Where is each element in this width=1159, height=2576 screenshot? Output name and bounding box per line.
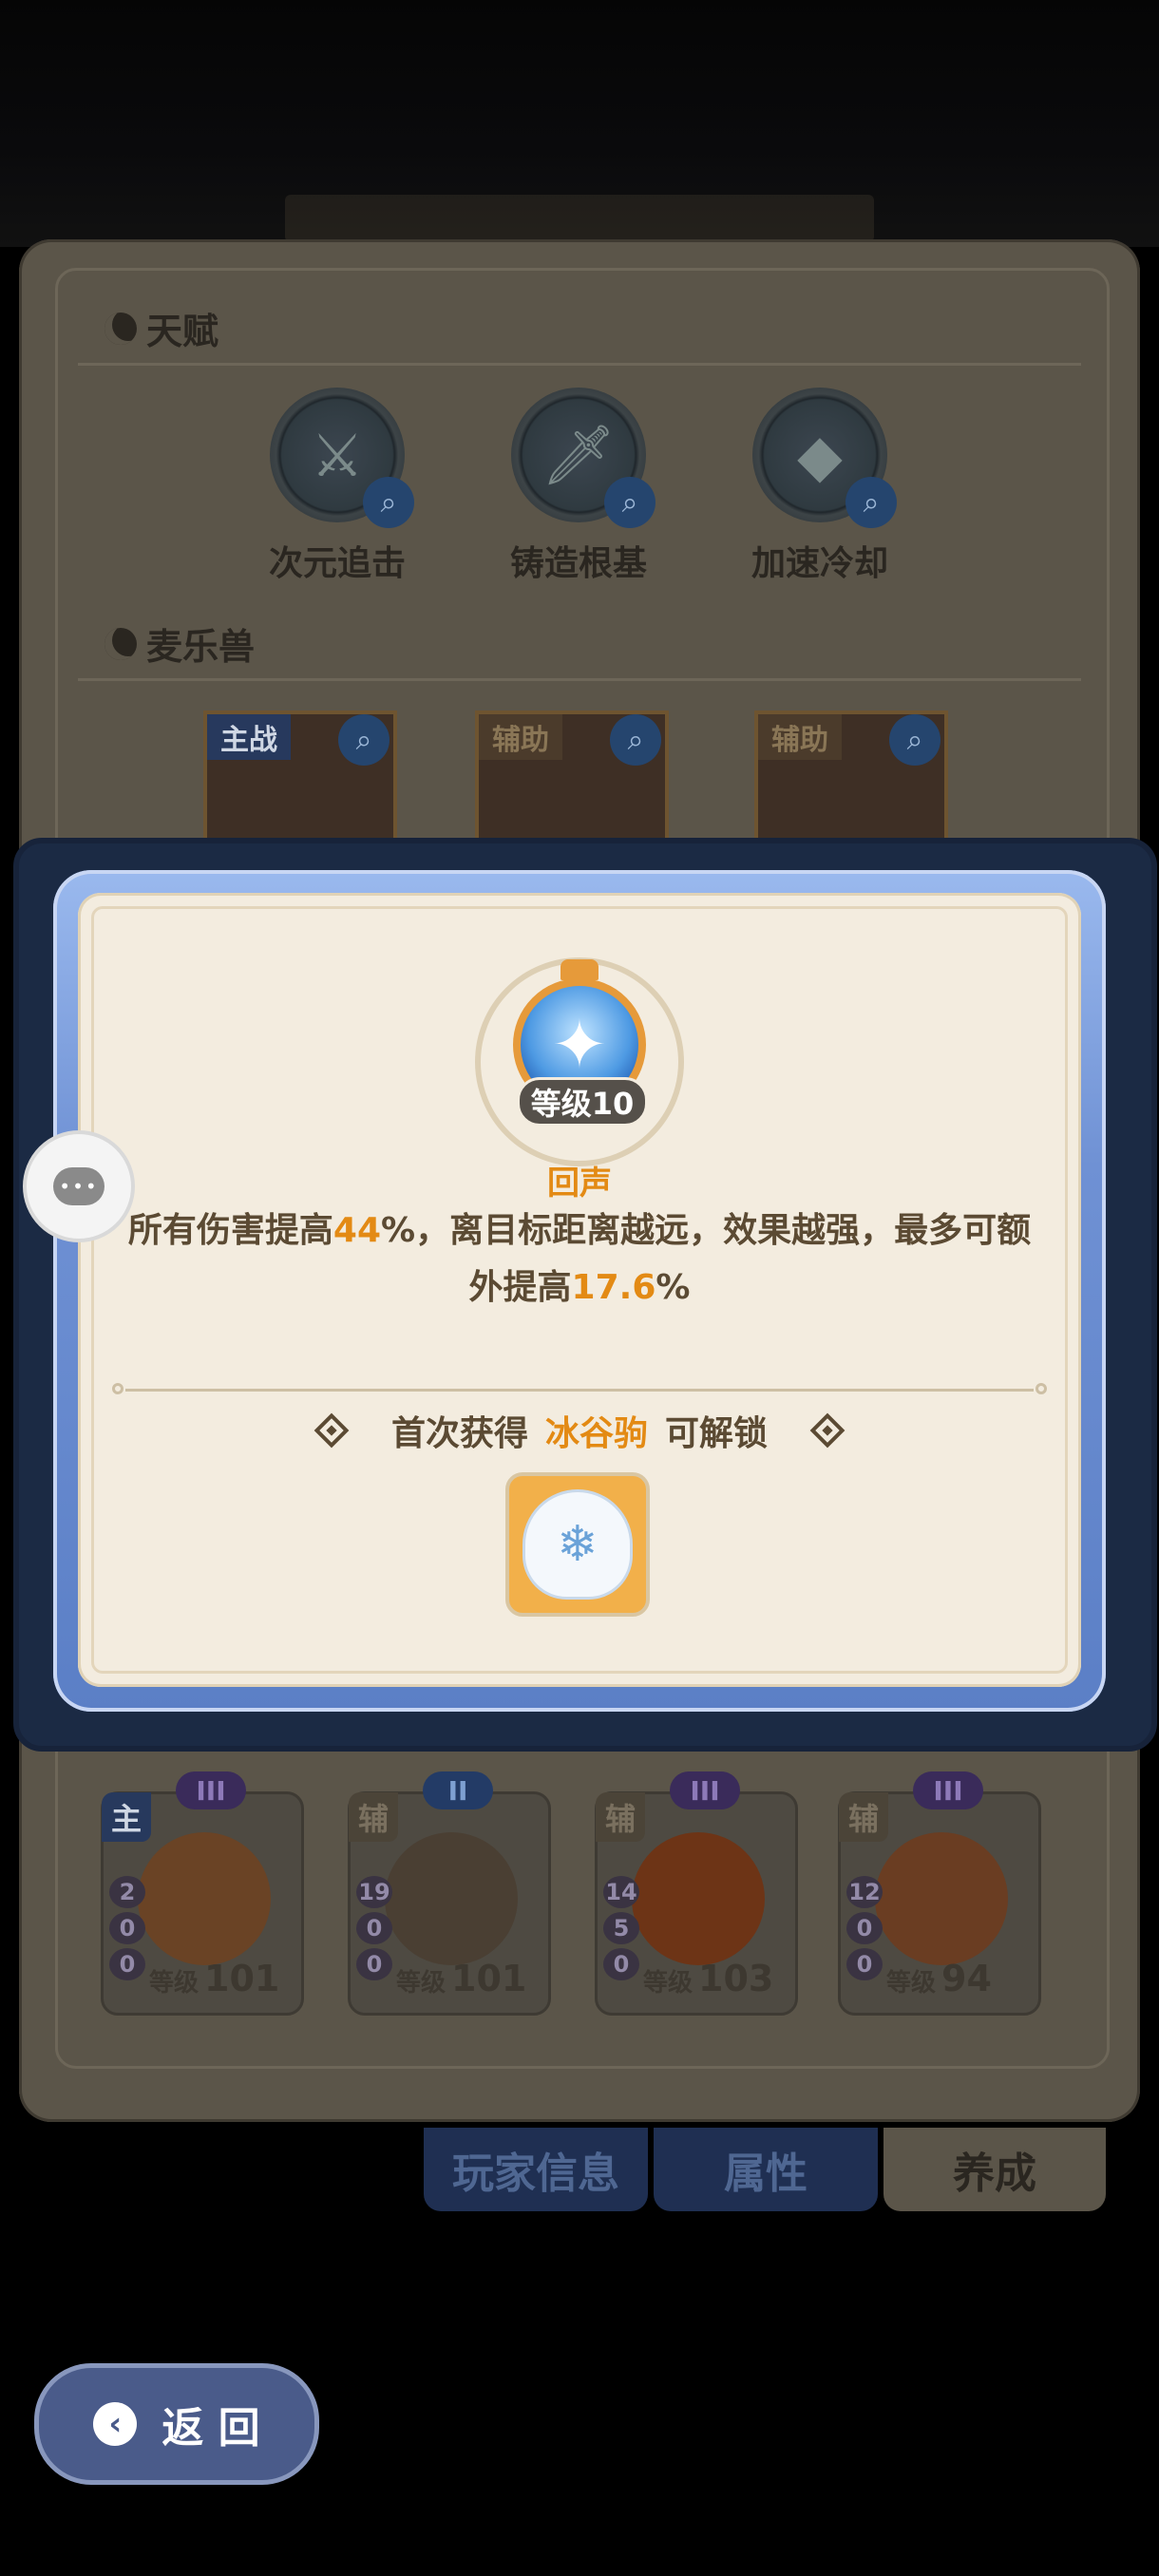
role-tag: 辅 xyxy=(596,1792,645,1842)
role-tag: 主 xyxy=(102,1792,151,1842)
pet-portrait xyxy=(138,1832,271,1965)
pet-portrait xyxy=(385,1832,518,1965)
search-icon[interactable]: ⌕ xyxy=(363,477,414,528)
team-card-3[interactable]: 辅 III 14 5 0 等级 103 xyxy=(595,1771,798,2016)
search-icon[interactable]: ⌕ xyxy=(610,714,661,766)
chat-bubble-icon: ••• xyxy=(53,1167,104,1205)
bow-icon xyxy=(560,959,598,980)
chat-button[interactable]: ••• xyxy=(23,1130,135,1242)
stat-column: 2 0 0 xyxy=(109,1876,145,1980)
talent-name: 加速冷却 xyxy=(750,544,888,583)
stat-value: 0 xyxy=(603,1948,639,1980)
stat-value: 5 xyxy=(603,1912,639,1944)
pet-section-title: 麦乐兽 xyxy=(104,617,255,670)
stat-value: 0 xyxy=(846,1912,883,1944)
tab-cultivate[interactable]: 养成 xyxy=(884,2128,1106,2211)
sword-icon: 🗡 xyxy=(541,420,617,489)
section-divider xyxy=(78,678,1081,681)
level-badge: 等级10 xyxy=(517,1077,648,1127)
unlock-pet-thumbnail[interactable]: ❄ xyxy=(505,1472,650,1617)
crescent-icon xyxy=(104,627,137,660)
rank-badge: III xyxy=(913,1771,983,1809)
talent-section-title: 天赋 xyxy=(104,302,218,354)
pet-card-main[interactable]: 主战 ⌕ xyxy=(203,710,397,857)
stat-column: 12 0 0 xyxy=(846,1876,883,1980)
stat-value: 2 xyxy=(109,1876,145,1908)
stat-value: 19 xyxy=(356,1876,392,1908)
stat-value: 0 xyxy=(109,1912,145,1944)
crescent-icon xyxy=(104,312,137,345)
stat-value: 0 xyxy=(356,1948,392,1980)
skill-name: 回声 xyxy=(547,1165,612,1203)
stat-column: 14 5 0 xyxy=(603,1876,639,1980)
search-icon[interactable]: ⌕ xyxy=(338,714,390,766)
role-tag: 辅 xyxy=(349,1792,398,1842)
dimmed-header xyxy=(285,195,874,242)
search-icon[interactable]: ⌕ xyxy=(604,477,656,528)
pet-card-support-1[interactable]: 辅助 ⌕ xyxy=(475,710,669,857)
pet-role-badge: 辅助 xyxy=(758,714,842,760)
search-icon[interactable]: ⌕ xyxy=(846,477,897,528)
level-text: 等级 103 xyxy=(643,1958,774,1999)
back-label: 返 回 xyxy=(162,2404,260,2453)
team-card-1[interactable]: 主 III 2 0 0 等级 101 xyxy=(101,1771,304,2016)
skill-description: 所有伤害提高44%，离目标距离越远，效果越强，最多可额外提高17.6% xyxy=(127,1211,1032,1307)
back-button[interactable]: ‹ 返 回 xyxy=(34,2363,319,2485)
rank-badge: III xyxy=(176,1771,246,1809)
pet-portrait xyxy=(632,1832,765,1965)
level-text: 等级 101 xyxy=(149,1958,280,1999)
stat-column: 19 0 0 xyxy=(356,1876,392,1980)
pet-icon: ❄ xyxy=(522,1489,633,1600)
team-card-2[interactable]: 辅 II 19 0 0 等级 101 xyxy=(348,1771,551,2016)
back-arrow-icon: ‹ xyxy=(93,2402,138,2446)
talent-item-1[interactable]: ⚔ ⌕ 次元追击 xyxy=(238,388,437,585)
stat-value: 0 xyxy=(846,1948,883,1980)
diamond-icon xyxy=(809,1412,846,1449)
pet-card-support-2[interactable]: 辅助 ⌕ xyxy=(754,710,948,857)
role-tag: 辅 xyxy=(839,1792,888,1842)
rock-icon: ◆ xyxy=(797,420,843,490)
pet-role-badge: 主战 xyxy=(207,714,291,760)
talent-name: 铸造根基 xyxy=(509,544,647,583)
search-icon[interactable]: ⌕ xyxy=(889,714,940,766)
talent-item-2[interactable]: 🗡 ⌕ 铸造根基 xyxy=(479,388,678,585)
diamond-icon xyxy=(314,1412,350,1449)
pet-portrait xyxy=(875,1832,1008,1965)
section-divider xyxy=(78,363,1081,366)
unlock-condition: 首次获得 冰谷驹 可解锁 xyxy=(0,1406,1159,1455)
crossed-swords-icon: ⚔ xyxy=(311,420,364,490)
pet-section-label: 麦乐兽 xyxy=(146,626,256,668)
talent-item-3[interactable]: ◆ ⌕ 加速冷却 xyxy=(720,388,920,585)
rank-badge: II xyxy=(423,1771,493,1809)
tab-player-info[interactable]: 玩家信息 xyxy=(424,2128,648,2211)
team-card-4[interactable]: 辅 III 12 0 0 等级 94 xyxy=(838,1771,1041,2016)
stat-value: 14 xyxy=(603,1876,639,1908)
tab-attributes[interactable]: 属性 xyxy=(654,2128,878,2211)
level-text: 等级 101 xyxy=(396,1958,527,1999)
rank-badge: III xyxy=(670,1771,740,1809)
talent-section-label: 天赋 xyxy=(146,311,219,352)
stat-value: 0 xyxy=(356,1912,392,1944)
level-text: 等级 94 xyxy=(886,1958,992,1999)
stat-value: 12 xyxy=(846,1876,883,1908)
pet-role-badge: 辅助 xyxy=(479,714,562,760)
popup-divider xyxy=(112,1383,1047,1394)
stat-value: 0 xyxy=(109,1948,145,1980)
talent-name: 次元追击 xyxy=(268,544,406,583)
wolf-icon: ✦ xyxy=(551,1006,608,1084)
